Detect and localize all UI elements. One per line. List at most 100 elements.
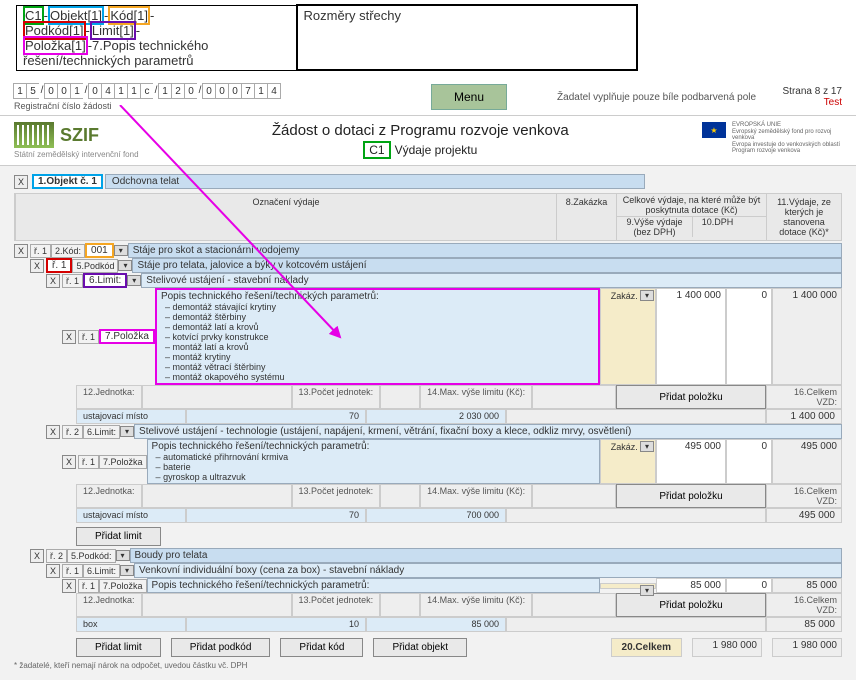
polozka2-desc[interactable]: Popis technického řešení/technických par… [147, 439, 600, 484]
p3-jedn: box [76, 617, 186, 632]
add-kod-button[interactable]: Přidat kód [280, 638, 363, 657]
limit1-rownum: ř. 1 [62, 274, 83, 288]
totals-v11: 1 980 000 [772, 638, 842, 657]
totals-v9: 1 980 000 [692, 638, 762, 657]
object-number: 1.Objekt č. 1 [32, 174, 103, 189]
kod-dropdown[interactable]: ▾ [114, 245, 128, 256]
polozka2-v9[interactable]: 495 000 [656, 439, 726, 484]
polozka1-rownum: ř. 1 [78, 330, 99, 344]
menu-button[interactable]: Menu [431, 84, 507, 110]
polozka2-title: Popis technického řešení/technických par… [152, 441, 595, 452]
polozka1-desc[interactable]: Popis technického řešení/technických par… [155, 288, 600, 385]
th-oznaceni: Označení výdaje [15, 194, 556, 240]
add-limit-button-1[interactable]: Přidat limit [76, 527, 161, 546]
p1-max-lab: 14.Max. výše limitu (Kč): [420, 385, 532, 409]
p3-pj: 10 [186, 617, 366, 632]
add-podkod-button[interactable]: Přidat podkód [171, 638, 271, 657]
form-page: X 1.Objekt č. 1 Odchovna telat Označení … [0, 166, 856, 680]
test-badge: Test [783, 97, 842, 108]
podkod2-desc: Boudy pro telata [130, 548, 842, 563]
delete-polozka2-button[interactable]: X [62, 455, 76, 469]
p1-max: 2 030 000 [366, 409, 506, 424]
add-polozka-button-2[interactable]: Přidat položku [616, 484, 766, 508]
limit1-label: 6.Limit: [83, 273, 127, 288]
expense-table-header: Označení výdaje 8.Zakázka Celkové výdaje… [14, 193, 842, 241]
kod-desc: Stáje pro skot a stacionární vodojemy [128, 243, 842, 258]
polozka3-rownum: ř. 1 [78, 579, 99, 593]
th-9: 9.Výše výdaje (bez DPH) [617, 217, 692, 237]
p2-max: 700 000 [366, 508, 506, 523]
zak1-dropdown[interactable]: ▾ [640, 290, 654, 301]
footnote: * žadatelé, kteří nemají nárok na odpoče… [14, 661, 842, 670]
polozka1-label: 7.Položka [99, 329, 155, 344]
annotation-table: C1-Objekt[1]-Kód[1]- Podkód[1]-Limit[1]-… [16, 4, 638, 71]
p1-jedn: ustajovací místo [76, 409, 186, 424]
polozka2-rownum: ř. 1 [78, 455, 99, 469]
p3-max: 85 000 [366, 617, 506, 632]
page-counter: Strana 8 z 17 [783, 86, 842, 97]
p3-max-lab: 14.Max. výše limitu (Kč): [420, 593, 532, 617]
add-polozka-button-3[interactable]: Přidat položku [616, 593, 766, 617]
polozka2-v11: 495 000 [772, 439, 842, 484]
eu-flag-icon: ★ [702, 122, 726, 138]
podkod2-dropdown[interactable]: ▾ [116, 550, 130, 561]
add-polozka-button-1[interactable]: Přidat položku [616, 385, 766, 409]
p2-vzd: 495 000 [766, 508, 842, 523]
podkod1-desc: Stáje pro telata, jalovice a býky v kotc… [132, 258, 842, 273]
limit2-desc: Stelivové ustájení - technologie (ustáje… [134, 424, 842, 439]
delete-object-button[interactable]: X [14, 175, 28, 189]
p2-pj-lab: 13.Počet jednotek: [292, 484, 381, 508]
limit2-rownum: ř. 2 [62, 425, 83, 439]
polozka2-v10[interactable]: 0 [726, 439, 772, 484]
registration-label: Registrační číslo žádosti [14, 101, 281, 111]
p2-vzd-lab: 16.Celkem VZD: [766, 484, 842, 508]
p3-vzd: 85 000 [766, 617, 842, 632]
polozka2-zakazka[interactable]: Zakáz. 2▾ [600, 439, 656, 484]
polozka1-v10[interactable]: 0 [726, 288, 772, 385]
p2-max-lab: 14.Max. výše limitu (Kč): [420, 484, 532, 508]
th-celkove: Celkové výdaje, na které může být poskyt… [617, 194, 766, 217]
delete-limit2-button[interactable]: X [46, 425, 60, 439]
polozka3-v9[interactable]: 85 000 [656, 578, 726, 593]
polozka3-v10[interactable]: 0 [726, 578, 772, 593]
object-name[interactable]: Odchovna telat [105, 174, 645, 189]
p2-pj: 70 [186, 508, 366, 523]
limit3-dropdown[interactable]: ▾ [120, 565, 134, 576]
podkod1-label: 5.Podkód [72, 259, 118, 273]
podkod1-dropdown[interactable]: ▾ [118, 260, 132, 271]
polozka3-zakazka[interactable]: ▾ [600, 583, 656, 589]
limit3-desc: Venkovní individuální boxy (cena za box)… [134, 563, 842, 578]
polozka1-v9[interactable]: 1 400 000 [656, 288, 726, 385]
page-header: SZIF Státní zemědělský intervenční fond … [0, 116, 856, 166]
podkod2-label: 5.Podkód: [67, 549, 116, 563]
szif-logo: SZIF [14, 122, 139, 148]
th-zakazka: 8.Zakázka [556, 194, 616, 240]
fill-hint: Žadatel vyplňuje pouze bíle podbarvená p… [557, 92, 756, 103]
delete-podkod2-button[interactable]: X [30, 549, 44, 563]
delete-polozka3-button[interactable]: X [62, 579, 76, 593]
p3-jedn-lab: 12.Jednotka: [76, 593, 142, 617]
kod-rownum: ř. 1 [30, 244, 51, 258]
eu-text: EVROPSKÁ UNIE Evropský zemědělský fond p… [732, 122, 842, 155]
delete-limit1-button[interactable]: X [46, 274, 60, 288]
th-10: 10.DPH [692, 217, 742, 237]
add-objekt-button[interactable]: Přidat objekt [373, 638, 467, 657]
szif-logo-icon [14, 122, 54, 148]
delete-limit3-button[interactable]: X [46, 564, 60, 578]
limit1-dropdown[interactable]: ▾ [127, 275, 141, 286]
p1-jedn-lab: 12.Jednotka: [76, 385, 142, 409]
delete-podkod-button[interactable]: X [30, 259, 44, 273]
eu-logo-block: ★ EVROPSKÁ UNIE Evropský zemědělský fond… [702, 122, 842, 155]
delete-kod-button[interactable]: X [14, 244, 28, 258]
zak2-dropdown[interactable]: ▾ [640, 441, 654, 452]
polozka1-zakazka[interactable]: Zakáz. 1▾ [600, 288, 656, 385]
limit2-label: 6.Limit: [83, 425, 120, 439]
limit2-dropdown[interactable]: ▾ [120, 426, 134, 437]
polozka3-desc[interactable]: Popis technického řešení/technických par… [147, 578, 600, 593]
delete-polozka1-button[interactable]: X [62, 330, 76, 344]
zak3-dropdown[interactable]: ▾ [640, 585, 654, 596]
polozka3-label: 7.Položka [99, 579, 147, 593]
limit1-desc: Stelivové ustájení - stavební náklady [141, 273, 842, 288]
limit3-label: 6.Limit: [83, 564, 120, 578]
add-limit-button[interactable]: Přidat limit [76, 638, 161, 657]
